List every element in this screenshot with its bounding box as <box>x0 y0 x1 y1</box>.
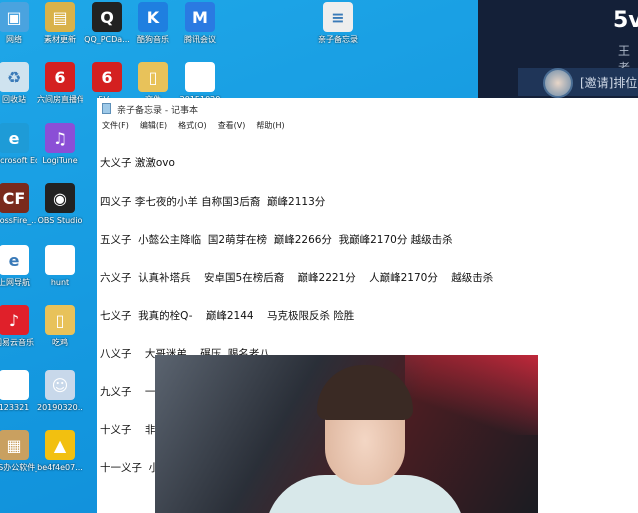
game-art <box>405 355 538 435</box>
app-icon: e <box>0 123 29 153</box>
icon-label: 回收站 <box>2 95 26 104</box>
icon-label: LogiTune <box>42 156 78 165</box>
icon-label: 上网导航 <box>0 278 30 287</box>
game-title: 5v <box>613 8 638 33</box>
desktop-icon[interactable]: K 酷狗音乐 <box>130 2 176 45</box>
icon-label: CrossFire_... <box>0 216 37 225</box>
app-icon <box>185 62 215 92</box>
avatar[interactable] <box>543 68 573 98</box>
notepad-icon <box>102 103 111 114</box>
desktop-icon[interactable]: ♫ LogiTune <box>37 123 83 166</box>
app-icon: ▦ <box>0 430 29 460</box>
app-icon: ♫ <box>45 123 75 153</box>
game-panel: 5v 王者 [邀请]排位 <box>478 0 638 98</box>
icon-label: 吃鸡 <box>52 338 68 347</box>
menu-file[interactable]: 文件(F) <box>102 120 129 132</box>
menu-help[interactable]: 帮助(H) <box>256 120 284 132</box>
desktop-icon[interactable]: ♪ 网易云音乐 <box>0 305 37 348</box>
app-icon: ≡ <box>323 2 353 32</box>
text-line: 七义子 我真的栓Q- 巅峰2144 马克极限反杀 险胜 <box>100 309 355 322</box>
app-icon: 6 <box>92 62 122 92</box>
app-icon: Q <box>92 2 122 32</box>
desktop-icon[interactable]: ▤ 素材更新 <box>37 2 83 45</box>
app-icon: ▯ <box>138 62 168 92</box>
desktop-icon[interactable]: ▦ JPS办公软件_bad <box>0 430 37 473</box>
icon-label: be4f4e07... <box>37 463 83 472</box>
menu-edit[interactable]: 编辑(E) <box>140 120 167 132</box>
text-line: 四义子 李七夜的小羊 自称国3后裔 巅峰2113分 <box>100 195 326 208</box>
menu-format[interactable]: 格式(O) <box>178 120 207 132</box>
notepad-titlebar[interactable]: 亲子备忘录 - 记事本 <box>97 98 638 118</box>
icon-label: 网络 <box>6 35 22 44</box>
app-icon: ☺ <box>45 370 75 400</box>
webcam-overlay <box>155 355 538 513</box>
app-icon: 6 <box>45 62 75 92</box>
desktop-icon[interactable]: 6 六间房直播伴侣 <box>37 62 83 105</box>
desktop-icon[interactable]: ▯ 吃鸡 <box>37 305 83 348</box>
icon-label: OBS Studio <box>37 216 83 225</box>
icon-label: 六间房直播伴侣 <box>37 95 83 104</box>
icon-label: QQ_PCDa... <box>84 35 130 44</box>
menu-view[interactable]: 查看(V) <box>218 120 246 132</box>
desktop-icon[interactable]: ◉ OBS Studio <box>37 183 83 226</box>
icon-label: JPS办公软件_bad <box>0 463 37 472</box>
desktop-icon[interactable]: e 上网导航 <box>0 245 37 288</box>
app-icon: ♪ <box>0 305 29 335</box>
desktop-icon[interactable]: ▣ 网络 <box>0 2 37 45</box>
icon-label: hunt <box>50 278 70 287</box>
desktop-icon[interactable]: 123321 <box>0 370 37 413</box>
app-icon: K <box>138 2 168 32</box>
menu-bar: 文件(F) 编辑(E) 格式(O) 查看(V) 帮助(H) <box>97 118 638 132</box>
icon-label: Microsoft Edge <box>0 156 37 165</box>
desktop-icon[interactable]: CF CrossFire_... <box>0 183 37 226</box>
icon-label: 腾讯会议 <box>184 35 216 44</box>
desktop-icon[interactable]: Q QQ_PCDa... <box>84 2 130 45</box>
window-title: 亲子备忘录 - 记事本 <box>117 106 198 116</box>
app-icon: ▤ <box>45 2 75 32</box>
app-icon <box>0 370 29 400</box>
app-icon: ▯ <box>45 305 75 335</box>
icon-label: 素材更新 <box>44 35 76 44</box>
icon-label: 20190320... <box>37 403 83 412</box>
icon-label: 123321 <box>0 403 30 412</box>
app-icon: e <box>0 245 29 275</box>
app-icon <box>45 245 75 275</box>
desktop-icon[interactable]: ♻ 回收站 <box>0 62 37 105</box>
desktop-icon[interactable]: hunt <box>37 245 83 288</box>
desktop-icon[interactable]: ≡ 亲子备忘录 <box>315 2 361 45</box>
text-line: 六义子 认真补塔兵 安卓国5在榜后裔 巅峰2221分 人巅峰2170分 越级击杀 <box>100 271 494 284</box>
invite-banner[interactable]: [邀请]排位 <box>518 68 638 96</box>
desktop-icon[interactable]: ☺ 20190320... <box>37 370 83 413</box>
app-icon: CF <box>0 183 29 213</box>
app-icon: M <box>185 2 215 32</box>
desktop-icon[interactable]: M 腾讯会议 <box>177 2 223 45</box>
text-line: 五义子 小懿公主降临 国2萌芽在榜 巅峰2266分 我巅峰2170分 越级击杀 <box>100 233 453 246</box>
app-icon: ◉ <box>45 183 75 213</box>
streamer-hair <box>317 365 413 420</box>
app-icon: ▲ <box>45 430 75 460</box>
app-icon: ♻ <box>0 62 29 92</box>
icon-label: 亲子备忘录 <box>318 35 358 44</box>
text-line: 大义子 激激ovo <box>100 157 175 170</box>
icon-label: 网易云音乐 <box>0 338 34 347</box>
desktop-icon[interactable]: ▲ be4f4e07... <box>37 430 83 473</box>
desktop-icon[interactable]: e Microsoft Edge <box>0 123 37 166</box>
icon-label: 酷狗音乐 <box>137 35 169 44</box>
app-icon: ▣ <box>0 2 29 32</box>
